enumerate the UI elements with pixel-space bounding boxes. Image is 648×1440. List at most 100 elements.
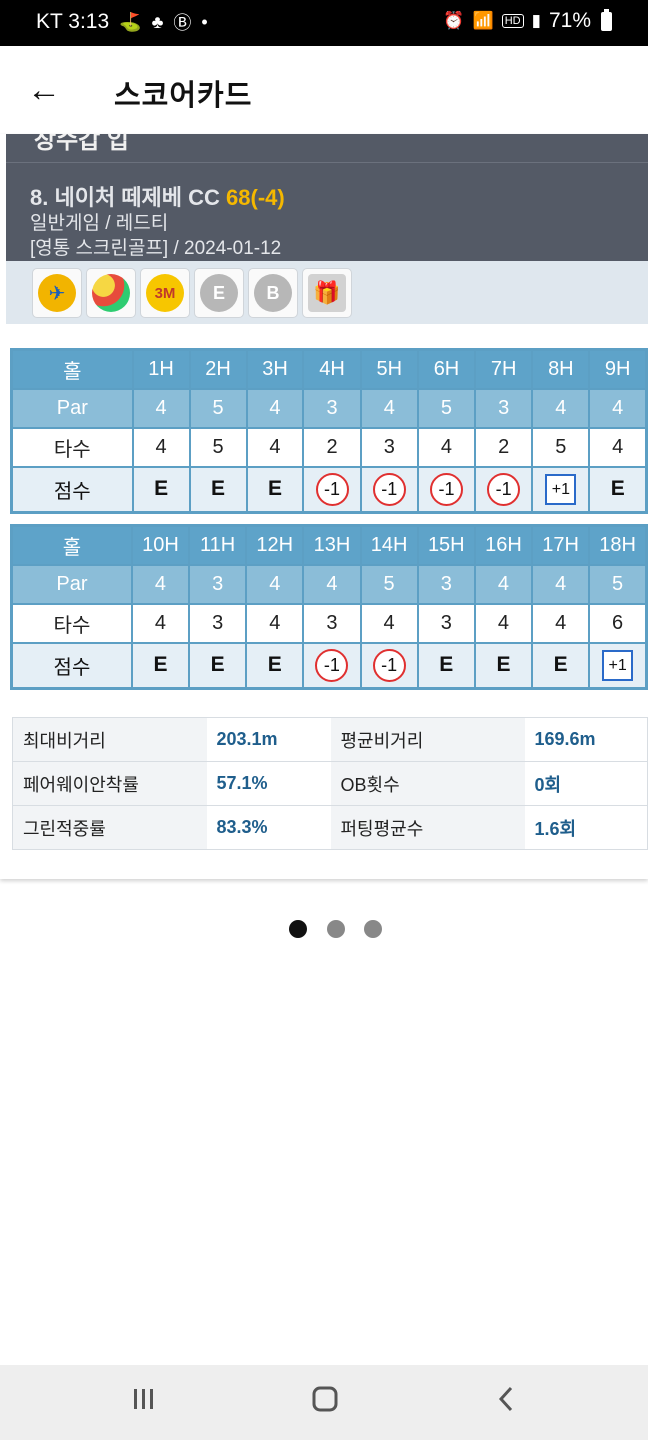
stat-value: 0회 [524,761,648,806]
par-value: 4 [131,387,191,429]
par-value: 4 [531,387,591,429]
badges-bar: ✈ 3M E B 🎁 [6,261,648,324]
gift-badge-icon[interactable]: 🎁 [302,268,352,318]
b-badge-icon[interactable]: B [248,268,298,318]
home-icon[interactable] [305,1385,345,1421]
par-value: 5 [416,387,477,429]
par-value: 4 [130,563,191,605]
stroke-value: 2 [302,426,362,468]
stat-label: 그린적중률 [12,805,207,850]
par-row: Par 4 3 4 4 5 3 4 4 5 [10,563,648,605]
stats-row: 그린적중률 83.3% 퍼팅평균수 1.6회 [12,805,648,850]
battery-icon [601,8,612,31]
score-even: E [153,653,168,677]
front-nine-table: 홀 1H 2H 3H 4H 5H 6H 7H 8H 9H Par 4 5 4 3… [10,348,648,514]
par-value: 5 [588,563,648,605]
recent-apps-icon[interactable] [124,1385,164,1421]
par-value: 4 [531,563,591,605]
status-bar: KT 3:13 ⛳ ♣ Ⓑ • ⏰ 📶 HD ▮ 71% [0,0,648,46]
score-even: E [154,477,169,501]
score-even: E [267,653,282,677]
par-value: 4 [245,387,305,429]
score-label: 점수 [10,465,134,514]
stat-value: 83.3% [206,805,331,850]
hole-number: 16H [473,524,534,566]
bird-badge-icon[interactable]: ✈ [32,268,82,318]
hole-number: 15H [416,524,476,566]
stroke-value: 4 [245,602,305,644]
stroke-value: 4 [245,426,305,468]
3m-badge-icon[interactable]: 3M [140,268,190,318]
hole-number: 14H [359,524,419,566]
score-birdie: -1 [429,472,463,506]
par-value: 3 [188,563,248,605]
score-even: E [267,477,282,501]
stroke-value: 4 [130,602,191,644]
balloon-badge-icon[interactable] [86,268,136,318]
wifi-icon: 📶 [472,11,494,30]
page-dot-active[interactable] [289,920,307,938]
score-bogey: +1 [602,649,634,681]
score-birdie: -1 [372,648,406,682]
par-value: 4 [473,563,534,605]
page-dot[interactable] [364,920,382,938]
battery-percent: 71% [548,9,591,32]
stroke-value: 4 [531,602,591,644]
stroke-value: 3 [188,602,248,644]
hole-number: 6H [416,348,477,390]
hole-number: 17H [531,524,591,566]
hole-row: 홀 10H 11H 12H 13H 14H 15H 16H 17H 18H [10,524,648,566]
par-value: 5 [359,563,419,605]
b-app-icon: Ⓑ [173,13,192,33]
score-even: E [553,653,568,677]
stroke-value: 6 [588,602,648,644]
stroke-row: 타수 4 5 4 2 3 4 2 5 4 [10,426,648,468]
score-row: 점수 E E E -1 -1 E E E +1 [10,641,648,690]
par-value: 4 [588,387,648,429]
hole-number: 13H [302,524,362,566]
score-even: E [439,653,454,677]
stat-label: 페어웨이안착률 [12,761,207,806]
par-value: 3 [416,563,476,605]
hole-number: 8H [531,348,591,390]
status-bar-left: KT 3:13 ⛳ ♣ Ⓑ • [36,9,208,35]
stroke-value: 5 [188,426,248,468]
app-bar: ← 스코어카드 [0,46,648,134]
score-row: 점수 E E E -1 -1 -1 -1 +1 E [10,465,648,514]
hole-number: 5H [359,348,419,390]
hole-number: 1H [131,348,191,390]
hole-row: 홀 1H 2H 3H 4H 5H 6H 7H 8H 9H [10,348,648,390]
par-label: Par [10,563,133,605]
course-name: 8. 네이처 떼제베 CC [30,185,220,210]
hole-number: 7H [474,348,534,390]
stroke-value: 3 [416,602,476,644]
par-value: 4 [302,563,362,605]
stroke-value: 4 [588,426,648,468]
nav-back-icon[interactable] [487,1385,527,1421]
stat-label: 최대비거리 [12,717,207,762]
e-badge-icon[interactable]: E [194,268,244,318]
system-nav-bar [0,1365,648,1440]
golf-app-icon: ⛳ [119,11,142,32]
page-dot[interactable] [327,920,345,938]
page-title: 스코어카드 [114,80,253,112]
stroke-value: 4 [131,426,191,468]
stat-value: 203.1m [206,717,331,762]
hole-number: 10H [130,524,191,566]
card-clipped-header: 장수갑 입 [6,134,648,162]
score-even: E [211,477,226,501]
par-value: 4 [359,387,419,429]
stats-row: 최대비거리 203.1m 평균비거리 169.6m [12,717,648,762]
golf-app-icon-2: ♣ [151,11,164,32]
hole-label: 홀 [10,524,133,566]
back-arrow-icon[interactable]: ← [22,68,66,112]
stroke-label: 타수 [10,426,134,468]
signal-icon: ▮ [531,11,541,30]
dot-icon: • [201,11,208,32]
page-indicator [0,920,648,938]
stroke-value: 5 [531,426,591,468]
stroke-value: 3 [302,602,362,644]
stats-row: 페어웨이안착률 57.1% OB횟수 0회 [12,761,648,806]
alarm-icon: ⏰ [443,11,465,30]
hole-label: 홀 [10,348,134,390]
